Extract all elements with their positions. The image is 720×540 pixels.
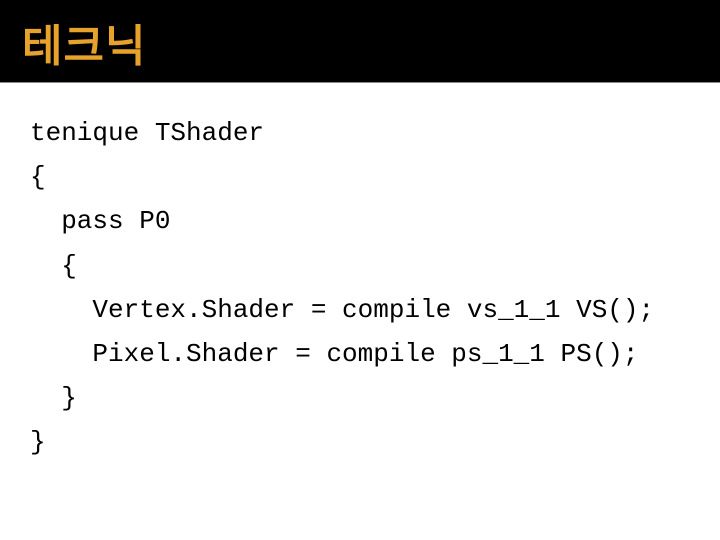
slide-body: tenique TShader { pass P0 { Vertex.Shade…: [0, 83, 720, 540]
code-line: }: [30, 383, 77, 413]
code-line: {: [30, 251, 77, 281]
code-line: {: [30, 162, 46, 192]
slide-header: 테크닉: [0, 0, 720, 83]
code-line: pass P0: [30, 206, 170, 236]
slide-title: 테크닉: [22, 10, 698, 74]
code-line: Vertex.Shader = compile vs_1_1 VS();: [30, 295, 654, 325]
code-line: tenique TShader: [30, 118, 264, 148]
code-block: tenique TShader { pass P0 { Vertex.Shade…: [30, 111, 690, 465]
code-line: Pixel.Shader = compile ps_1_1 PS();: [30, 339, 639, 369]
code-line: }: [30, 427, 46, 457]
slide: 테크닉 tenique TShader { pass P0 { Vertex.S…: [0, 0, 720, 540]
